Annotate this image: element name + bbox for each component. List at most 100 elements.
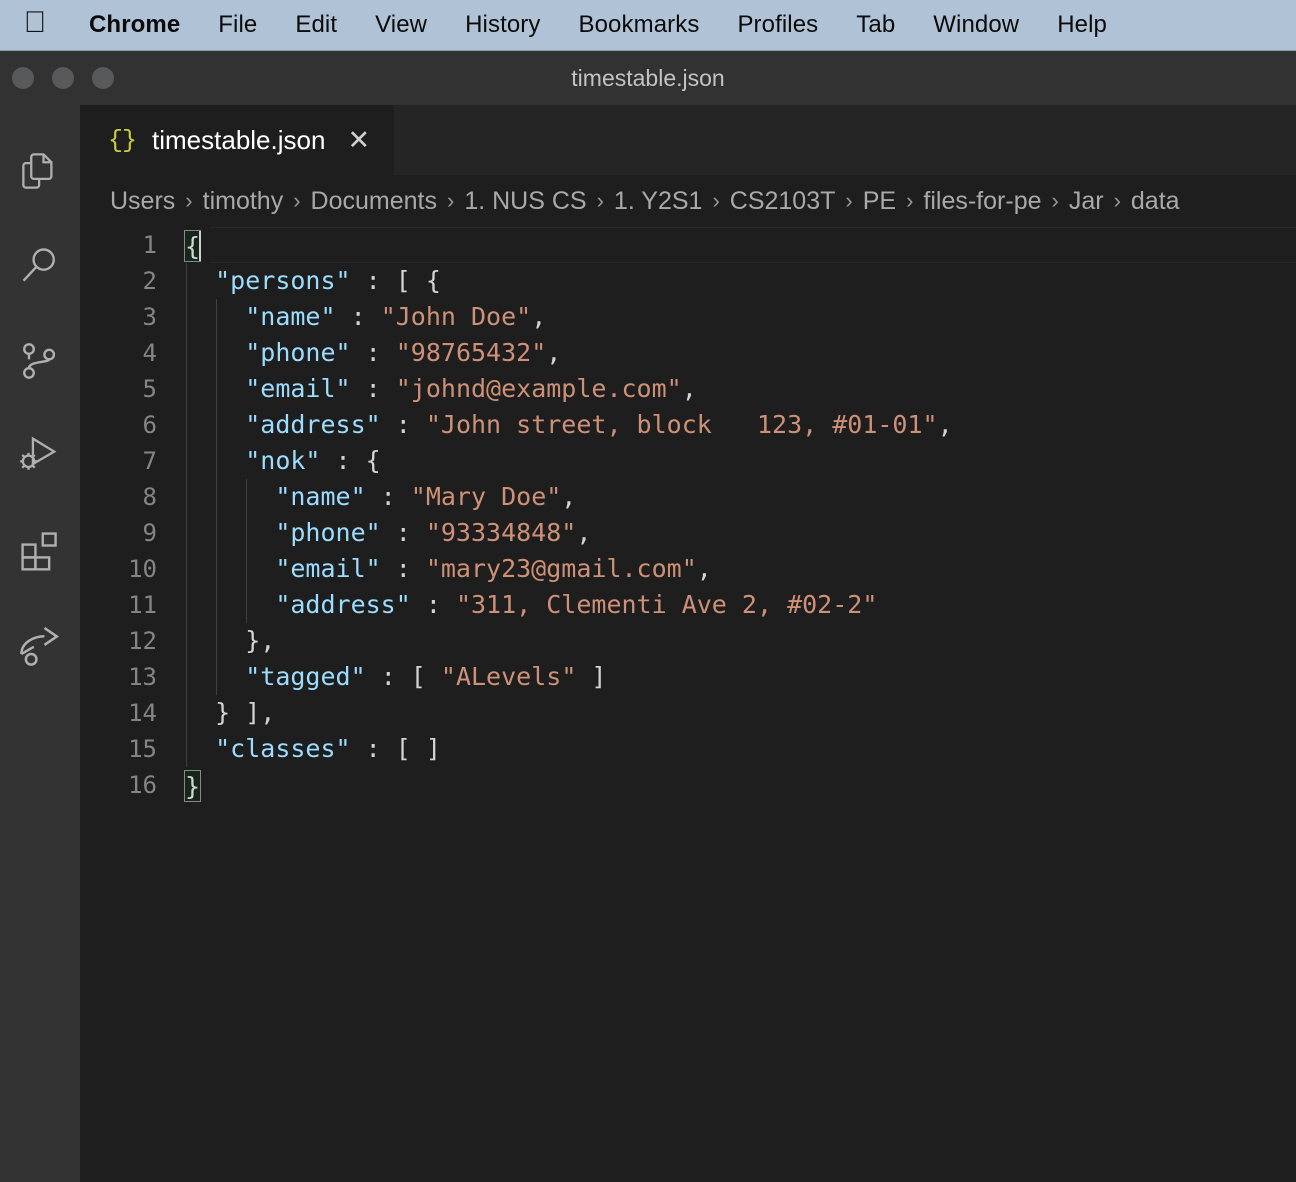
breadcrumb-item-users[interactable]: Users	[110, 187, 175, 216]
menu-item-history[interactable]: History	[446, 11, 559, 39]
line-content[interactable]: "name" : "Mary Doe",	[185, 479, 1296, 515]
code-line[interactable]: 1 {	[80, 227, 1296, 263]
breadcrumb-item-data[interactable]: data	[1131, 187, 1180, 216]
json-punctuation: :	[350, 374, 396, 403]
json-punctuation: ,	[937, 410, 953, 439]
maximize-button[interactable]	[92, 67, 114, 89]
activity-item-run-and-debug[interactable]	[0, 408, 80, 503]
json-string-value: "98765432"	[395, 338, 547, 367]
line-number: 3	[142, 303, 157, 331]
line-content[interactable]: "phone" : "93334848",	[185, 515, 1296, 551]
json-punctuation: : [ {	[350, 266, 441, 295]
line-content[interactable]: },	[185, 623, 1296, 659]
line-content[interactable]: "address" : "John street, block 123, #01…	[185, 407, 1296, 443]
json-punctuation: : {	[320, 446, 381, 475]
menu-item-file[interactable]: File	[199, 11, 276, 39]
breadcrumb-item-cs2103t[interactable]: CS2103T	[730, 187, 836, 216]
json-key: "name"	[245, 302, 336, 331]
menu-item-profiles[interactable]: Profiles	[718, 11, 837, 39]
chevron-right-icon: ›	[185, 188, 193, 213]
apple-logo-icon[interactable]: 	[18, 8, 52, 38]
json-punctuation: } ],	[215, 698, 276, 727]
indent-guide	[216, 335, 217, 371]
indent-guide	[246, 515, 247, 551]
line-number: 15	[128, 735, 157, 763]
line-content[interactable]: {	[184, 227, 1296, 263]
json-key: "nok"	[245, 446, 321, 475]
code-line[interactable]: 5 "email" : "johnd@example.com",	[80, 371, 1296, 407]
indent-guide	[186, 515, 187, 551]
chevron-right-icon: ›	[845, 188, 853, 213]
code-line[interactable]: 6 "address" : "John street, block 123, #…	[80, 407, 1296, 443]
json-punctuation: :	[350, 338, 396, 367]
breadcrumb-item-documents[interactable]: Documents	[311, 187, 437, 216]
code-line[interactable]: 7 "nok" : {	[80, 443, 1296, 479]
menu-item-tab[interactable]: Tab	[837, 11, 914, 39]
menu-item-bookmarks[interactable]: Bookmarks	[560, 11, 719, 39]
line-content[interactable]: "phone" : "98765432",	[185, 335, 1296, 371]
json-punctuation: },	[245, 626, 276, 655]
activity-item-extensions[interactable]	[0, 503, 80, 598]
code-line[interactable]: 3 "name" : "John Doe",	[80, 299, 1296, 335]
json-key: "phone"	[275, 518, 381, 547]
line-content[interactable]: "tagged" : [ "ALevels" ]	[185, 659, 1296, 695]
json-punctuation: :	[335, 302, 381, 331]
line-content[interactable]: "address" : "311, Clementi Ave 2, #02-2"	[185, 587, 1296, 623]
menu-item-view[interactable]: View	[356, 11, 446, 39]
code-line[interactable]: 13 "tagged" : [ "ALevels" ]	[80, 659, 1296, 695]
indent-guide	[216, 443, 217, 479]
breadcrumb-item-timothy[interactable]: timothy	[203, 187, 284, 216]
line-number: 13	[128, 663, 157, 691]
line-content[interactable]: }	[184, 767, 1296, 803]
line-content[interactable]: "email" : "johnd@example.com",	[185, 371, 1296, 407]
minimize-button[interactable]	[52, 67, 74, 89]
code-line[interactable]: 12 },	[80, 623, 1296, 659]
line-content[interactable]: "persons" : [ {	[185, 263, 1296, 299]
activity-item-explorer[interactable]	[0, 123, 80, 218]
line-number: 9	[142, 519, 157, 547]
line-content[interactable]: "classes" : [ ]	[185, 731, 1296, 767]
indent-guide	[186, 335, 187, 371]
breadcrumb-item-files-for-pe[interactable]: files-for-pe	[923, 187, 1041, 216]
line-content[interactable]: } ],	[185, 695, 1296, 731]
line-content[interactable]: "name" : "John Doe",	[185, 299, 1296, 335]
indent-guide	[186, 551, 187, 587]
code-line[interactable]: 2 "persons" : [ {	[80, 263, 1296, 299]
json-key: "address"	[275, 590, 411, 619]
code-line[interactable]: 10 "email" : "mary23@gmail.com",	[80, 551, 1296, 587]
json-punctuation: ,	[681, 374, 697, 403]
breadcrumb-item-jar[interactable]: Jar	[1069, 187, 1104, 216]
close-button[interactable]	[12, 67, 34, 89]
bracket-match-close: }	[184, 770, 202, 802]
indent-guide	[186, 731, 187, 767]
close-icon[interactable]: ✕	[347, 126, 370, 154]
code-line[interactable]: 11 "address" : "311, Clementi Ave 2, #02…	[80, 587, 1296, 623]
tab-timestable-json[interactable]: {} timestable.json ✕	[80, 105, 396, 175]
code-line[interactable]: 16 }	[80, 767, 1296, 803]
activity-item-search[interactable]	[0, 218, 80, 313]
menu-item-chrome[interactable]: Chrome	[70, 11, 199, 39]
code-editor[interactable]: 1 { 2 "persons" : [ { 3 "name" : "John D…	[80, 227, 1296, 1182]
breadcrumb-item-pe[interactable]: PE	[863, 187, 896, 216]
line-content[interactable]: "email" : "mary23@gmail.com",	[185, 551, 1296, 587]
code-line[interactable]: 14 } ],	[80, 695, 1296, 731]
code-line[interactable]: 8 "name" : "Mary Doe",	[80, 479, 1296, 515]
breadcrumb-item-y2s1[interactable]: 1. Y2S1	[614, 187, 703, 216]
json-punctuation: ,	[546, 338, 562, 367]
breadcrumb-item-nus-cs[interactable]: 1. NUS CS	[464, 187, 586, 216]
code-line[interactable]: 9 "phone" : "93334848",	[80, 515, 1296, 551]
json-key: "phone"	[245, 338, 351, 367]
activity-item-source-control[interactable]	[0, 313, 80, 408]
line-number: 11	[128, 591, 157, 619]
share-arrow-icon	[17, 623, 63, 669]
text-cursor	[199, 231, 202, 261]
code-line[interactable]: 15 "classes" : [ ]	[80, 731, 1296, 767]
menu-item-help[interactable]: Help	[1038, 11, 1126, 39]
menu-item-window[interactable]: Window	[914, 11, 1038, 39]
indent-guide	[216, 299, 217, 335]
menu-item-edit[interactable]: Edit	[276, 11, 356, 39]
line-content[interactable]: "nok" : {	[185, 443, 1296, 479]
chevron-right-icon: ›	[293, 188, 301, 213]
code-line[interactable]: 4 "phone" : "98765432",	[80, 335, 1296, 371]
activity-item-share[interactable]	[0, 598, 80, 693]
